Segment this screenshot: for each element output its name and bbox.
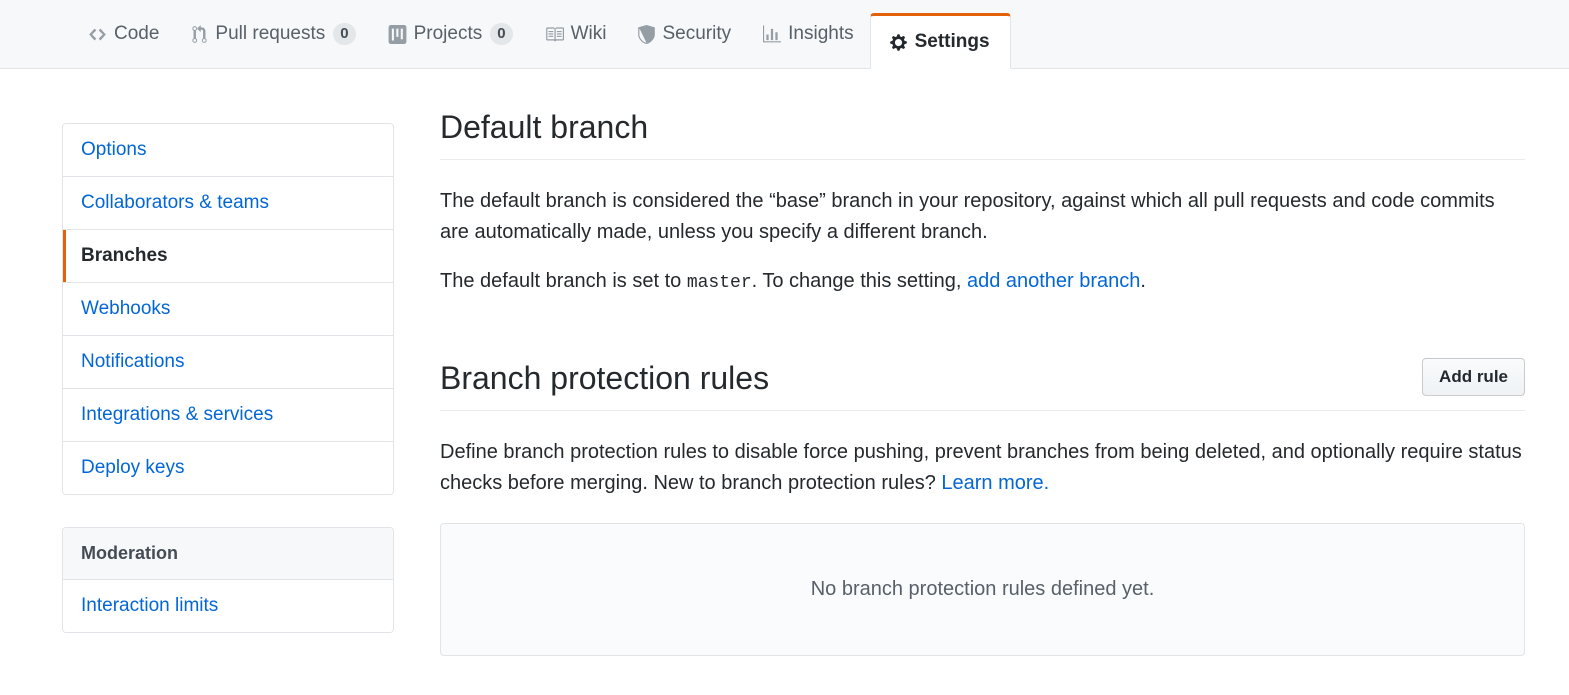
sidebar-item-notifications[interactable]: Notifications [63,336,393,389]
sidebar-item-deploy-keys[interactable]: Deploy keys [63,442,393,494]
branch-protection-empty-state-text: No branch protection rules defined yet. [810,577,1155,600]
sidebar-item-interaction-limits[interactable]: Interaction limits [63,580,393,632]
default-branch-set-middle: . To change this setting, [751,270,967,292]
repository-nav: Code Pull requests 0 Projects 0 Wiki Sec… [0,0,1569,69]
tab-pull-requests-label: Pull requests [215,23,326,44]
main-content: Default branch The default branch is con… [394,107,1569,665]
tab-projects-label: Projects [413,23,483,44]
sidebar-item-options[interactable]: Options [63,124,393,177]
add-another-branch-link[interactable]: add another branch [967,270,1140,292]
sidebar-item-integrations-services[interactable]: Integrations & services [63,389,393,442]
branch-protection-empty-state: No branch protection rules defined yet. [440,522,1525,656]
default-branch-header: Default branch [440,107,1525,160]
default-branch-name: master [686,273,752,293]
default-branch-set-prefix: The default branch is set to [440,270,687,292]
git-pull-request-icon [191,24,208,44]
sidebar-item-webhooks[interactable]: Webhooks [63,283,393,336]
tab-pull-requests[interactable]: Pull requests 0 [175,0,371,68]
tab-code-label: Code [114,23,160,44]
graph-icon [763,25,782,44]
sidebar-item-branches[interactable]: Branches [63,230,393,283]
tab-security-label: Security [662,23,732,44]
tab-insights-label: Insights [788,23,854,44]
settings-menu-moderation: Moderation Interaction limits [62,527,394,633]
branch-protection-description: Define branch protection rules to disabl… [440,437,1525,499]
repository-nav-list: Code Pull requests 0 Projects 0 Wiki Sec… [72,0,1011,69]
settings-menu-primary: Options Collaborators & teams Branches W… [62,123,394,495]
book-icon [545,25,564,44]
project-board-icon [388,24,407,44]
tab-settings[interactable]: Settings [869,13,1011,69]
add-rule-button[interactable]: Add rule [1422,357,1525,396]
projects-counter: 0 [490,23,513,45]
default-branch-setting-line: The default branch is set to master. To … [440,266,1525,298]
gear-icon [889,33,908,52]
code-icon [88,25,107,44]
branch-protection-section: Branch protection rules Add rule Define … [440,357,1525,656]
tab-insights[interactable]: Insights [747,0,869,68]
tab-security[interactable]: Security [622,0,747,68]
learn-more-link[interactable]: Learn more. [941,472,1049,494]
pull-requests-counter: 0 [333,23,356,45]
default-branch-description: The default branch is considered the “ba… [440,190,1495,243]
branch-protection-header: Branch protection rules Add rule [440,357,1525,411]
tab-wiki[interactable]: Wiki [529,0,623,68]
settings-page: Options Collaborators & teams Branches W… [0,69,1569,665]
default-branch-section: Default branch The default branch is con… [440,107,1525,298]
page-title: Default branch [440,109,649,145]
tab-settings-label: Settings [914,31,990,52]
tab-code[interactable]: Code [72,0,175,68]
sidebar-item-collaborators-teams[interactable]: Collaborators & teams [63,177,393,230]
shield-icon [638,24,656,44]
default-branch-set-suffix: . [1140,270,1146,292]
tab-wiki-label: Wiki [570,23,607,44]
settings-sidebar: Options Collaborators & teams Branches W… [62,107,394,665]
tab-projects[interactable]: Projects 0 [372,0,529,68]
sidebar-heading-moderation: Moderation [63,528,393,580]
branch-protection-title: Branch protection rules [440,359,770,396]
